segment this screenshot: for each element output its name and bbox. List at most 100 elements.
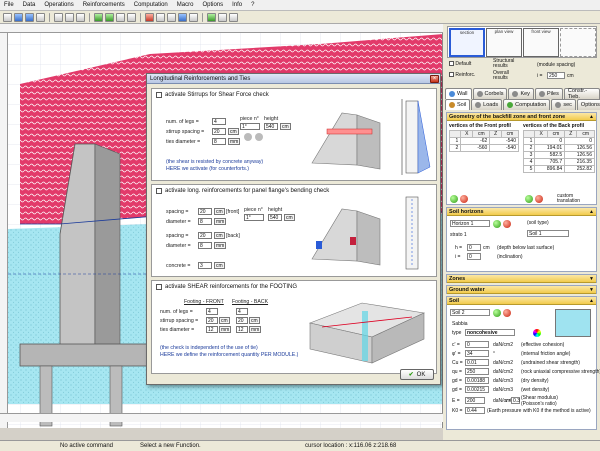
- reinforc-row[interactable]: Reinforc.: [449, 72, 475, 78]
- table-row[interactable]: 5 896.84 252.82: [522, 165, 595, 173]
- menu-item-options[interactable]: Options: [202, 2, 223, 8]
- tab-soil[interactable]: Soil: [445, 99, 471, 110]
- menu-item-reinforcements[interactable]: Reinforcements: [83, 2, 125, 8]
- tab-key[interactable]: Key: [508, 88, 534, 99]
- table-row[interactable]: 1 -62 -540: [448, 137, 519, 145]
- table-cell[interactable]: 126.56: [564, 144, 595, 152]
- thumb-front[interactable]: front view: [523, 28, 559, 57]
- tab-computation[interactable]: Computation: [503, 99, 551, 110]
- color-picker-icon[interactable]: [533, 329, 541, 337]
- height-input[interactable]: 540: [268, 214, 282, 221]
- table-row[interactable]: 100: [522, 137, 595, 145]
- remove-back-vertex-icon[interactable]: [535, 195, 543, 203]
- soil-type-select[interactable]: Soil 1: [527, 230, 569, 237]
- menu-item-data[interactable]: Data: [23, 2, 36, 8]
- gs-input[interactable]: 0.00215: [465, 386, 489, 393]
- tab-loads[interactable]: Loads: [471, 99, 503, 110]
- tab-corbels[interactable]: Corbels: [472, 88, 508, 99]
- table-cell[interactable]: 1: [448, 137, 462, 145]
- footing-back-legs-input[interactable]: 4: [236, 308, 248, 315]
- add-soil-icon[interactable]: [493, 309, 501, 317]
- soil-horizons-header[interactable]: Soil horizons ▲: [447, 208, 596, 216]
- qu-input[interactable]: 250: [465, 368, 489, 375]
- help-icon[interactable]: [229, 12, 238, 22]
- overall-results[interactable]: Overall results: [493, 71, 521, 81]
- close-icon[interactable]: ×: [430, 74, 439, 83]
- table-cell[interactable]: -540: [489, 144, 519, 152]
- copy-icon[interactable]: [65, 12, 74, 22]
- gd-input[interactable]: 0.00188: [465, 377, 489, 384]
- table-cell[interactable]: 896.84: [534, 165, 566, 173]
- default-row[interactable]: Default: [449, 61, 471, 67]
- add-horizon-icon[interactable]: [493, 220, 501, 228]
- print-icon[interactable]: [36, 12, 45, 22]
- front-diameter-input[interactable]: 8: [198, 218, 212, 225]
- table-cell[interactable]: 126.56: [564, 151, 595, 159]
- menu-item-file[interactable]: File: [4, 2, 14, 8]
- horizon-select[interactable]: Horizon 1: [450, 220, 490, 227]
- piece-select[interactable]: 1°: [240, 123, 260, 130]
- ok-button[interactable]: ✔ OK: [400, 369, 434, 380]
- ties-diameter-input[interactable]: 8: [212, 138, 226, 145]
- redraw-icon[interactable]: [145, 12, 154, 22]
- remove-vertex-icon[interactable]: [460, 195, 468, 203]
- zoom-extents-icon[interactable]: [127, 12, 136, 22]
- front-spacing-input[interactable]: 20: [198, 208, 212, 215]
- thumb-empty[interactable]: [560, 28, 596, 57]
- table-cell[interactable]: 0: [564, 137, 595, 145]
- table-cell[interactable]: 705.7: [534, 158, 566, 166]
- measure-icon[interactable]: [167, 12, 176, 22]
- menu-item-computation[interactable]: Computation: [134, 2, 168, 8]
- tab-options[interactable]: Options: [576, 99, 600, 110]
- flange-checkbox[interactable]: [156, 188, 162, 194]
- zones-header[interactable]: Zones ▼: [447, 275, 596, 283]
- menu-item-q[interactable]: ?: [251, 2, 254, 8]
- menu-item-macro[interactable]: Macro: [177, 2, 194, 8]
- footing-checkbox[interactable]: [156, 284, 162, 290]
- save-icon[interactable]: [25, 12, 34, 22]
- table-cell[interactable]: 1: [522, 137, 536, 145]
- layers-icon[interactable]: [189, 12, 198, 22]
- back-diameter-input[interactable]: 8: [198, 242, 212, 249]
- soil-header[interactable]: Soil ▲: [447, 297, 596, 305]
- compute-icon[interactable]: [207, 12, 216, 22]
- remove-soil-icon[interactable]: [503, 309, 511, 317]
- table-row[interactable]: 2 194.01 126.56: [522, 144, 595, 152]
- new-file-icon[interactable]: [3, 12, 12, 22]
- cu-input[interactable]: 0.01: [465, 359, 489, 366]
- phi-input[interactable]: 34: [465, 350, 489, 357]
- zoom-out-icon[interactable]: [105, 12, 114, 22]
- h-input[interactable]: 0: [467, 244, 481, 251]
- add-vertex-icon[interactable]: [450, 195, 458, 203]
- k0-input[interactable]: 0.44: [465, 407, 485, 414]
- menu-item-info[interactable]: Info: [232, 2, 242, 8]
- menu-item-operations[interactable]: Operations: [44, 2, 73, 8]
- grid-icon[interactable]: [178, 12, 187, 22]
- nu-input[interactable]: 0.3: [511, 397, 520, 404]
- back-profile-table[interactable]: Xcm Zcm 1 0 0 2 194.01 126.56 3 582.5 126.56 4 705.7…: [522, 130, 595, 173]
- footing-front-legs-input[interactable]: 4: [206, 308, 218, 315]
- table-row[interactable]: 2 -560 -540: [448, 144, 519, 152]
- table-cell[interactable]: 5: [522, 165, 536, 173]
- table-cell[interactable]: -62: [460, 137, 491, 145]
- footing-front-diameter-input[interactable]: 12: [206, 326, 218, 333]
- thumb-plan[interactable]: plan view: [486, 28, 522, 57]
- table-cell[interactable]: 216.35: [564, 158, 595, 166]
- inclination-input[interactable]: 0: [467, 253, 481, 260]
- type-select[interactable]: noncohesive: [465, 329, 515, 336]
- table-cell[interactable]: -540: [489, 137, 519, 145]
- concrete-input[interactable]: 3: [198, 262, 212, 269]
- i-input[interactable]: 250: [547, 72, 565, 79]
- thumb-section[interactable]: section: [449, 28, 485, 57]
- zoom-window-icon[interactable]: [116, 12, 125, 22]
- table-cell[interactable]: -560: [460, 144, 491, 152]
- tab-sec[interactable]: sec: [551, 99, 576, 110]
- piece-select[interactable]: 1°: [244, 214, 264, 221]
- table-cell[interactable]: 0: [534, 137, 566, 145]
- table-cell[interactable]: 194.01: [534, 144, 566, 152]
- tab-constr-tieb[interactable]: Constr.-Tieb.: [563, 88, 600, 100]
- open-file-icon[interactable]: [14, 12, 23, 22]
- paste-icon[interactable]: [76, 12, 85, 22]
- custom-translation-label[interactable]: custom translation: [557, 194, 595, 204]
- tab-wall[interactable]: Wall: [445, 88, 472, 99]
